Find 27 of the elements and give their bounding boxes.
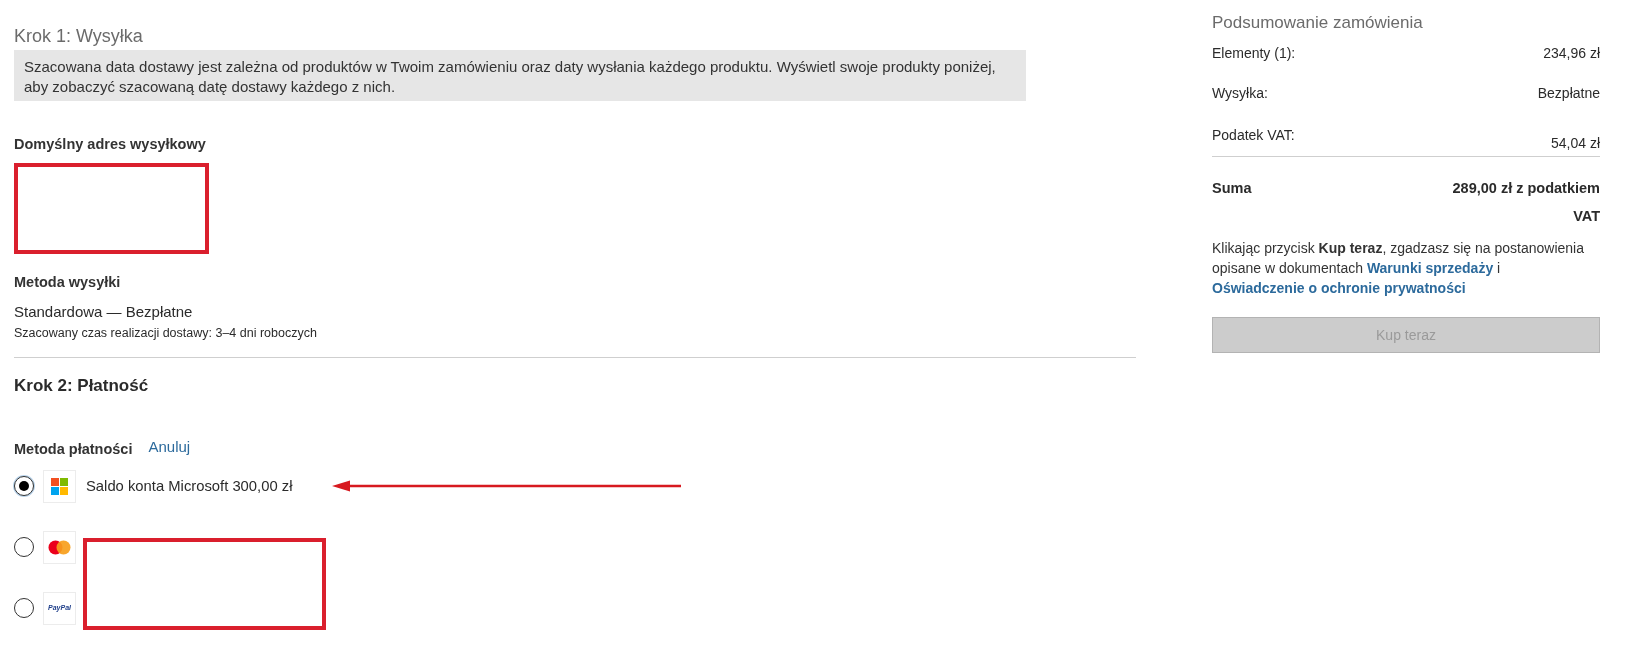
shipping-method: Standardowa — Bezpłatne (14, 302, 193, 322)
summary-value: Bezpłatne (1537, 84, 1600, 103)
radio-button[interactable] (14, 476, 34, 496)
summary-value: 54,04 zł (1550, 134, 1600, 153)
radio-button[interactable] (14, 598, 34, 618)
summary-title: Podsumowanie zamówienia (1212, 12, 1424, 34)
summary-label: Wysyłka: (1212, 84, 1268, 103)
delivery-estimate: Szacowany czas realizacji dostawy: 3–4 dni roboczych (14, 325, 317, 341)
payment-method-label: Saldo konta Microsoft 300,00 zł (86, 477, 293, 496)
terms-link[interactable]: Warunki sprzedaży (1366, 260, 1494, 276)
summary-value: 234,96 zł (1543, 44, 1600, 63)
section-heading: Metoda wysyłki (14, 273, 121, 292)
privacy-link[interactable]: Oświadczenie o ochronie prywatności (1212, 280, 1466, 296)
summary-label: Podatek VAT: (1212, 126, 1295, 145)
terms-text: Klikając przycisk Kup teraz, zgadzasz się na postanowienia opisane w dokumentach Warunki sprzedaży i Oświadczenie o ochronie prywatności (1212, 239, 1585, 298)
delivery-notice: Szacowana data dostawy jest zależna od produktów w Twoim zamówieniu oraz daty wysłania każdego produktu. Wyświetl swoje produkty poniżej, aby zobaczyć szacowaną datę dostawy każdego z nich. (14, 50, 1026, 101)
radio-button[interactable] (14, 537, 34, 557)
total-value: 289,00 zł z podatkiem VAT (1451, 179, 1600, 226)
step-title: Krok 2: Płatność (14, 375, 149, 397)
four-squares-logo-icon (43, 469, 76, 503)
total-label: Suma (1212, 179, 1252, 198)
section-heading: Metoda płatności (14, 440, 133, 459)
summary-label: Elementy (1): (1212, 44, 1296, 63)
cancel-link[interactable]: Anuluj (148, 437, 191, 457)
overlapping-circles-logo-icon (43, 530, 76, 564)
section-heading: Domyślny adres wysyłkowy (14, 135, 206, 154)
step-title: Krok 1: Wysyłka (14, 25, 143, 48)
